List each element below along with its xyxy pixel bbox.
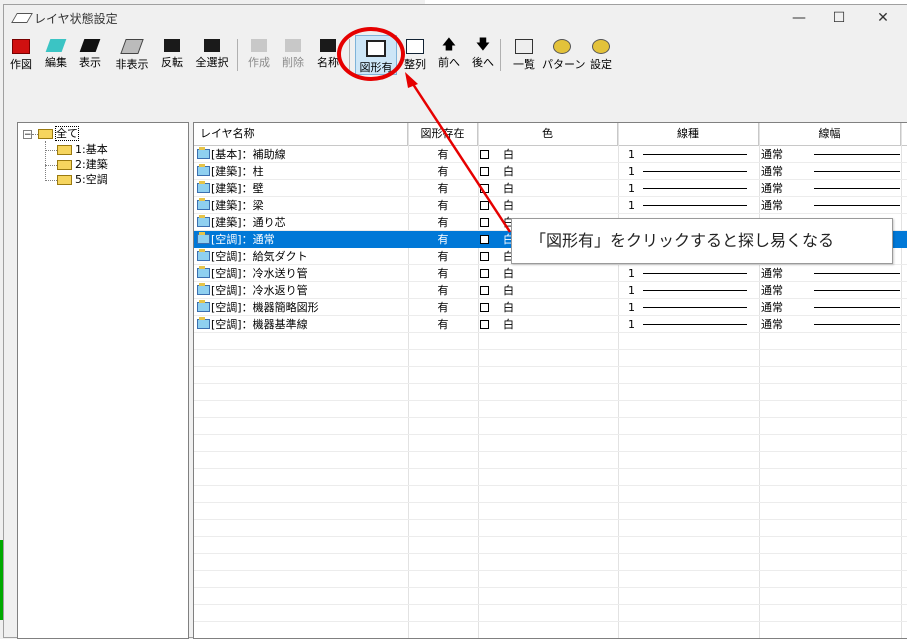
annotation-arrow — [405, 72, 512, 233]
